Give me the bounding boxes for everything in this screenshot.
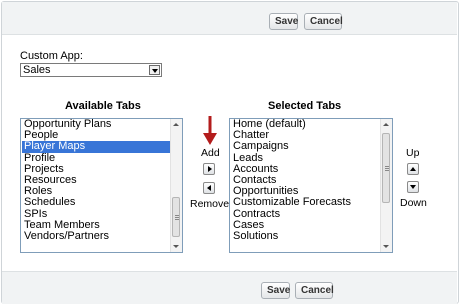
- list-item[interactable]: Customizable Forecasts: [231, 197, 380, 208]
- custom-app-selected-value: Sales: [23, 64, 51, 76]
- add-label: Add: [201, 147, 220, 159]
- list-item[interactable]: Solutions: [231, 230, 380, 242]
- scroll-thumb[interactable]: [172, 197, 180, 237]
- available-tabs-items: Opportunity Plans People Player Maps Profil…: [22, 119, 170, 242]
- chevron-down-icon[interactable]: [149, 65, 160, 75]
- selected-tabs-items: Home (default) Chatter Campaigns Leads Accou…: [231, 119, 380, 242]
- selected-tabs-listbox[interactable]: Home (default) Chatter Campaigns Leads Accou…: [229, 118, 393, 253]
- save-button-bottom[interactable]: Save: [261, 282, 290, 299]
- top-button-bar: Save Cancel: [2, 2, 457, 35]
- scroll-thumb[interactable]: [382, 133, 390, 203]
- custom-app-label: Custom App:: [20, 50, 83, 62]
- cancel-button-bottom[interactable]: Cancel: [295, 282, 334, 299]
- list-item[interactable]: Player Maps: [22, 141, 170, 153]
- selected-tabs-heading: Selected Tabs: [268, 100, 342, 112]
- available-tabs-listbox[interactable]: Opportunity Plans People Player Maps Profil…: [20, 118, 183, 253]
- annotation-arrow-icon: [203, 116, 217, 145]
- selected-tabs-scrollbar[interactable]: [380, 119, 392, 252]
- move-up-button[interactable]: [407, 163, 419, 175]
- arrow-right-icon: [208, 166, 212, 172]
- arrow-left-icon: [207, 185, 211, 191]
- custom-app-select[interactable]: Sales: [20, 63, 162, 77]
- list-item[interactable]: SPIs: [22, 208, 170, 220]
- scroll-down-icon[interactable]: [173, 245, 179, 248]
- list-item[interactable]: Contracts: [231, 208, 380, 220]
- arrow-up-icon: [410, 167, 416, 171]
- save-button-top[interactable]: Save: [269, 13, 298, 30]
- remove-label: Remove: [190, 198, 230, 210]
- arrow-down-icon: [410, 185, 416, 189]
- available-tabs-scrollbar[interactable]: [170, 119, 182, 252]
- available-tabs-heading: Available Tabs: [65, 100, 141, 112]
- cancel-button-top[interactable]: Cancel: [304, 13, 343, 30]
- scroll-up-icon[interactable]: [173, 123, 179, 126]
- scroll-down-icon[interactable]: [383, 245, 389, 248]
- up-label: Up: [406, 147, 420, 159]
- list-item[interactable]: Schedules: [22, 197, 170, 208]
- list-item[interactable]: Campaigns: [231, 141, 380, 152]
- scroll-up-icon[interactable]: [383, 123, 389, 126]
- move-down-button[interactable]: [407, 181, 419, 193]
- down-label: Down: [400, 197, 427, 209]
- remove-button[interactable]: [203, 182, 215, 194]
- list-item[interactable]: Vendors/Partners: [22, 230, 170, 242]
- bottom-button-bar: Save Cancel: [2, 271, 457, 304]
- add-button[interactable]: [203, 163, 215, 175]
